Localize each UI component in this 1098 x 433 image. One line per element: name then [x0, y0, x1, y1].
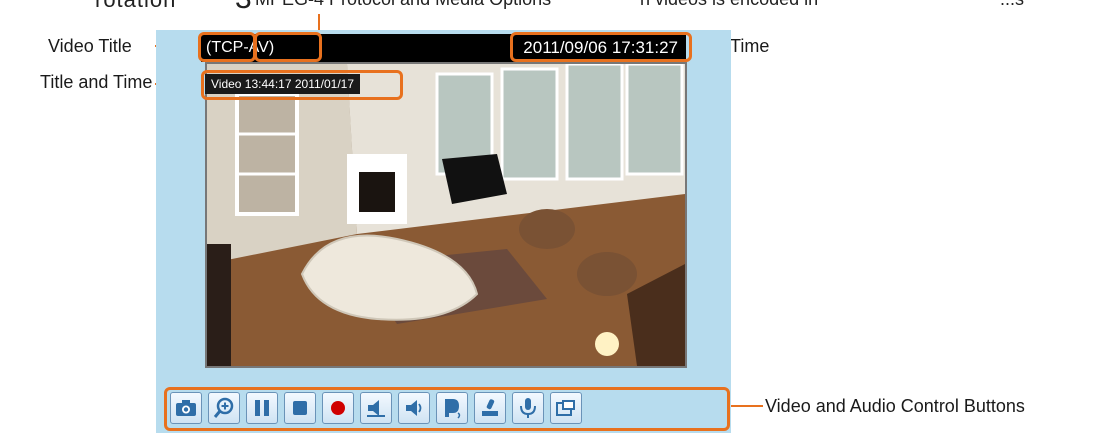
- caption-right-fragment-2: ...s: [1000, 0, 1024, 10]
- caption-right-fragment: n videos is encoded in: [640, 0, 818, 10]
- highlight-controls: [164, 387, 730, 431]
- video-stream[interactable]: [205, 62, 687, 368]
- highlight-video-title: [198, 32, 256, 62]
- caption-main-text: MPEG-4 Protocol and Media Options: [255, 0, 551, 10]
- callout-title-and-time: Title and Time: [40, 72, 153, 92]
- page: rotation 3 MPEG-4 Protocol and Media Opt…: [0, 0, 1098, 433]
- caption-left-fragment: rotation: [95, 0, 176, 13]
- callout-controls: Video and Audio Control Buttons: [765, 396, 1025, 416]
- callout-video-title: Video Title: [48, 36, 132, 56]
- caption-number: 3: [235, 0, 252, 16]
- highlight-title-and-time: [201, 70, 403, 100]
- highlight-time: [510, 32, 692, 62]
- leader-controls: [729, 405, 763, 407]
- top-caption: rotation 3 MPEG-4 Protocol and Media Opt…: [0, 0, 1098, 16]
- room-scene: [207, 64, 685, 366]
- callout-time: Time: [730, 36, 770, 56]
- highlight-protocol: [254, 32, 322, 62]
